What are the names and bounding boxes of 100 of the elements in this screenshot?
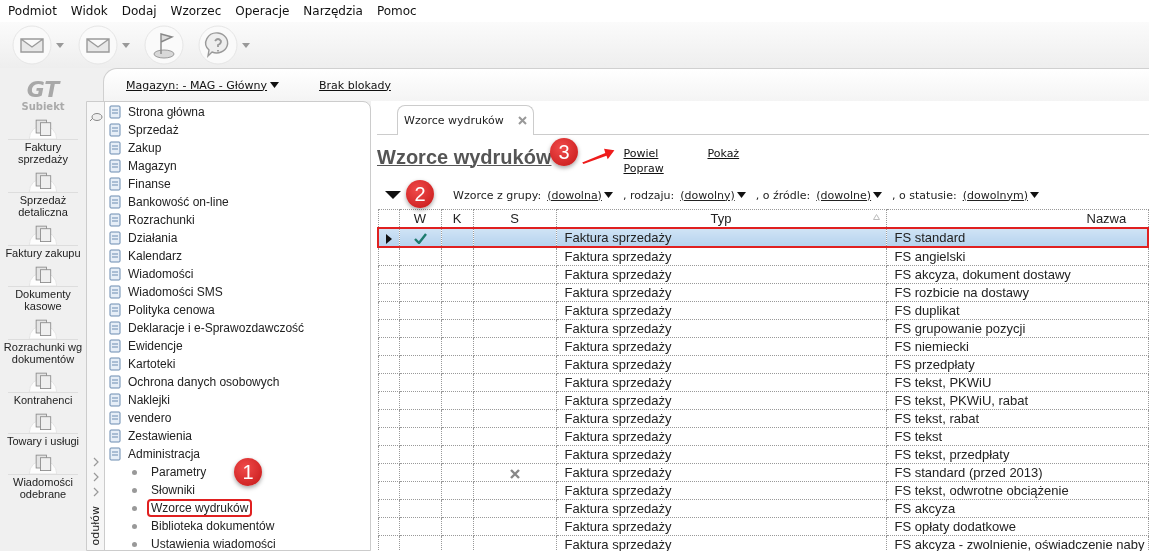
warehouse-dropdown[interactable]: Magazyn: - MAG - Główny	[126, 78, 280, 92]
sheet-icon	[108, 249, 124, 263]
tree-item[interactable]: Polityka cenowa	[108, 301, 370, 319]
table-row[interactable]: Faktura sprzedaży FS tekst, odwrotne obciążenie	[378, 481, 1148, 500]
tree-item[interactable]: Wiadomości	[108, 265, 370, 283]
caret-icon[interactable]	[56, 42, 64, 48]
flag-icon[interactable]	[144, 25, 184, 65]
module-button[interactable]: Rozrachunki wg dokumentów	[0, 315, 86, 365]
tree-subitem[interactable]: Słowniki	[147, 481, 199, 499]
tree-item[interactable]: Strona główna	[108, 103, 370, 121]
envelope-icon[interactable]	[12, 25, 52, 65]
table-row[interactable]: Faktura sprzedaży FS akcyza - zwolnienie, oświadczenie naby	[378, 535, 1148, 551]
table-row[interactable]: Faktura sprzedaży FS tekst, przedpłaty	[378, 445, 1148, 464]
menu-item[interactable]: Podmiot	[8, 4, 57, 18]
menu-item[interactable]: Wzorzec	[170, 4, 222, 18]
tree-item[interactable]: Rozrachunki	[108, 211, 370, 229]
caret-icon[interactable]	[242, 42, 250, 48]
table-row[interactable]: Faktura sprzedaży FS standard	[378, 228, 1148, 247]
table-row[interactable]: Faktura sprzedaży FS tekst	[378, 427, 1148, 446]
filter-dropdown[interactable]: (dowolny)	[680, 188, 746, 202]
sheet-icon	[108, 411, 124, 425]
module-button[interactable]: Wiadomości odebrane	[0, 450, 86, 500]
help-icon[interactable]	[198, 25, 238, 65]
collapse-icon[interactable]	[385, 191, 401, 199]
sheet-icon	[108, 447, 124, 461]
tree-item[interactable]: Działania	[108, 229, 370, 247]
document-stack-icon	[28, 372, 58, 393]
sheet-icon	[108, 339, 124, 353]
table-row[interactable]: Faktura sprzedaży FS rozbicie na dostawy	[378, 283, 1148, 302]
filter-dropdown[interactable]: (dowolnym)	[962, 188, 1039, 202]
tree-item[interactable]: Ewidencje	[108, 337, 370, 355]
tree-item[interactable]: Finanse	[108, 175, 370, 193]
module-button[interactable]: Kontrahenci	[0, 368, 86, 406]
tree-item[interactable]: Kartoteki	[108, 355, 370, 373]
table-row[interactable]: Faktura sprzedaży FS grupowanie pozycji	[378, 319, 1148, 338]
table-row[interactable]: Faktura sprzedaży FS duplikat	[378, 301, 1148, 320]
tree-item[interactable]: Bankowość on-line	[108, 193, 370, 211]
menu-item[interactable]: Dodaj	[121, 4, 157, 18]
table-cell: FS standard	[886, 228, 1148, 247]
filter-dropdown[interactable]: (dowolne)	[816, 188, 883, 202]
tree-item[interactable]: Sprzedaż	[108, 121, 370, 139]
caret-icon[interactable]	[122, 42, 130, 48]
tree-item[interactable]: Zakup	[108, 139, 370, 157]
tree-item[interactable]: Deklaracje i e-Sprawozdawczość	[108, 319, 370, 337]
bullet-icon	[132, 523, 137, 529]
menu-item[interactable]: Narzędzia	[303, 4, 363, 18]
lock-status-link[interactable]: Brak blokady	[319, 78, 391, 92]
table-row[interactable]: Faktura sprzedaży FS tekst, rabat	[378, 409, 1148, 428]
table-row[interactable]: Faktura sprzedaży FS opłaty dodatkowe	[378, 517, 1148, 536]
tree-subitem[interactable]: Biblioteka dokumentów	[147, 517, 279, 535]
sheet-icon	[108, 375, 124, 389]
tree-item[interactable]: Ochrona danych osobowych	[108, 373, 370, 391]
close-icon[interactable]	[517, 116, 527, 125]
sheet-icon	[108, 285, 124, 299]
table-cell: Faktura sprzedaży	[556, 283, 886, 302]
tree-subitem[interactable]: Ustawienia wiadomości	[147, 535, 280, 551]
filter-label: , rodzaju:	[622, 188, 675, 202]
tree-item[interactable]: vendero	[108, 409, 370, 427]
sheet-icon	[108, 105, 124, 119]
document-stack-icon	[28, 119, 58, 140]
menu-item[interactable]: Operacje	[235, 4, 290, 18]
envelope-icon[interactable]	[78, 25, 118, 65]
action-link[interactable]: Popraw	[623, 161, 664, 176]
table-cell: FS rozbicie na dostawy	[886, 283, 1148, 302]
tree-subitem[interactable]: Wzorce wydruków	[147, 499, 253, 517]
filter-dropdown[interactable]: (dowolna)	[547, 188, 613, 202]
module-button[interactable]: Sprzedaż detaliczna	[0, 168, 86, 218]
tree-item[interactable]: Naklejki	[108, 391, 370, 409]
row-pointer-icon	[385, 233, 392, 244]
module-button[interactable]: Towary i usługi	[0, 409, 86, 447]
action-link[interactable]: Powiel	[623, 146, 659, 161]
sheet-icon	[108, 321, 124, 335]
module-button[interactable]: Faktury sprzedaży	[0, 115, 86, 165]
module-button[interactable]: Faktury zakupu	[0, 221, 86, 259]
menu-item[interactable]: Widok	[70, 4, 108, 18]
module-button[interactable]: Dokumenty kasowe	[0, 262, 86, 312]
table-cell: Faktura sprzedaży	[556, 247, 886, 266]
tree-item[interactable]: Magazyn	[108, 157, 370, 175]
tree-item[interactable]: Wiadomości SMS	[108, 283, 370, 301]
tree-item[interactable]: Zestawienia	[108, 427, 370, 445]
chevron-icon[interactable]	[91, 472, 100, 483]
table-cell: FS przedpłaty	[886, 355, 1148, 374]
table-row[interactable]: Faktura sprzedaży FS przedpłaty	[378, 355, 1148, 374]
table-row[interactable]: Faktura sprzedaży FS standard (przed 2013)	[378, 463, 1148, 482]
tree-subitem[interactable]: Parametry	[147, 463, 211, 481]
table-row[interactable]: Faktura sprzedaży FS niemiecki	[378, 337, 1148, 356]
table-row[interactable]: Faktura sprzedaży FS akcyza, dokument dostawy	[378, 265, 1148, 284]
sheet-icon	[108, 357, 124, 371]
tree-item[interactable]: Kalendarz	[108, 247, 370, 265]
table-row[interactable]: Faktura sprzedaży FS tekst, PKWiU	[378, 373, 1148, 392]
menu-item[interactable]: Pomoc	[376, 4, 417, 18]
action-link[interactable]: Pokaż	[707, 146, 740, 161]
table-row[interactable]: Faktura sprzedaży FS angielski	[378, 247, 1148, 266]
chevron-icon[interactable]	[91, 487, 100, 498]
document-tab[interactable]: Wzorce wydruków	[397, 105, 534, 135]
sheet-icon	[108, 177, 124, 191]
table-row[interactable]: Faktura sprzedaży FS akcyza	[378, 499, 1148, 518]
filter-label: Wzorce z grupy:	[453, 188, 542, 202]
chevron-icon[interactable]	[91, 457, 100, 468]
table-row[interactable]: Faktura sprzedaży FS tekst, PKWiU, rabat	[378, 391, 1148, 410]
